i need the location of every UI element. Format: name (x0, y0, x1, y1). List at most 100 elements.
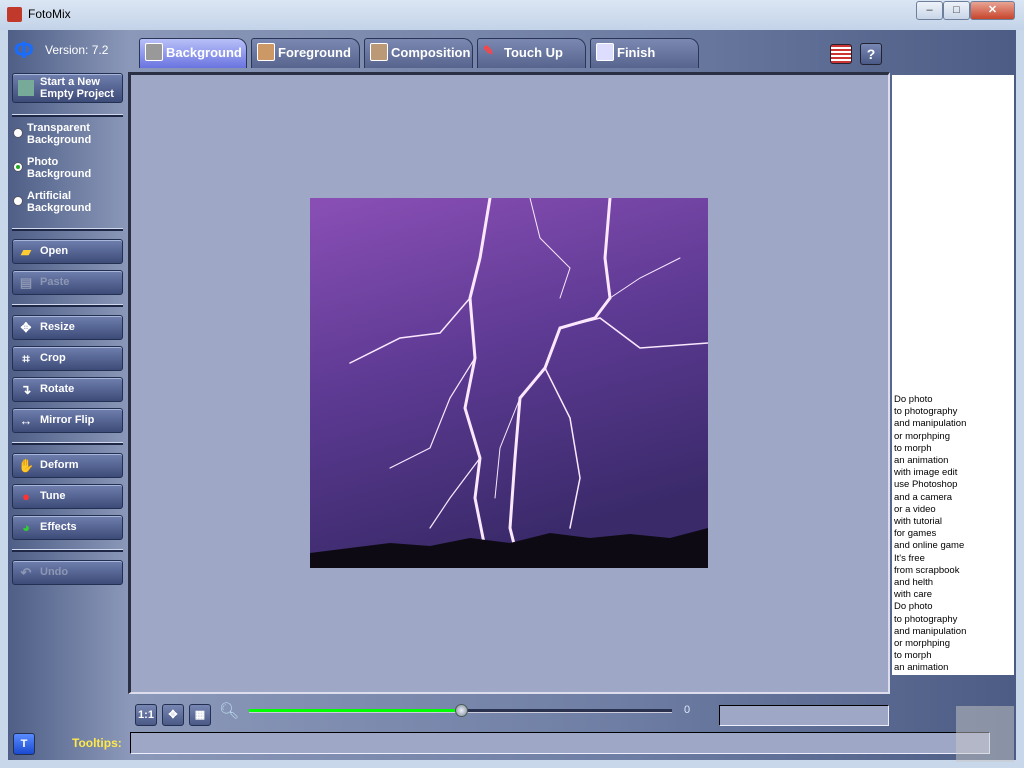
lightning-photo[interactable] (310, 198, 708, 568)
folder-icon: ▰ (21, 244, 31, 259)
language-flag-icon[interactable] (830, 44, 852, 64)
tab-label: Background (166, 45, 242, 60)
watermark-logo (956, 706, 1014, 762)
rgb-icon: ● (22, 489, 30, 504)
tune-button[interactable]: ● Tune (12, 484, 123, 509)
tab-finish[interactable]: Finish (590, 38, 699, 68)
info-text-panel: Do photo to photography and manipulation or… (892, 75, 1014, 675)
info-text-line: use Photoshop (894, 479, 958, 491)
window-title: FotoMix (28, 7, 71, 21)
magnifier-icon: 🔍︎ (219, 703, 240, 720)
info-text-line: to photography (894, 613, 958, 625)
tab-touch-up[interactable]: ✎ Touch Up (477, 38, 586, 68)
info-text-line: or morphping (894, 430, 950, 442)
grid-button[interactable]: ▦ (189, 704, 211, 726)
mirror-arrows-icon: ↔ (19, 413, 33, 428)
new-document-icon (18, 80, 34, 96)
button-label: Deform (40, 459, 79, 471)
deform-icon: ✋ (18, 458, 35, 473)
open-button[interactable]: ▰ Open (12, 239, 123, 264)
button-label: Mirror Flip (40, 414, 95, 426)
tab-composition[interactable]: Composition (364, 38, 473, 68)
divider (12, 228, 123, 231)
info-text-line: or morphping (894, 638, 950, 650)
composition-tab-icon (370, 43, 388, 61)
info-text-line: with image edit (894, 467, 958, 479)
radio-dot[interactable] (13, 128, 23, 138)
status-box (719, 705, 889, 726)
radio-photo-background[interactable]: Photo Background (13, 156, 117, 180)
effects-icon: ◕ (22, 520, 30, 535)
tab-label: Touch Up (504, 45, 563, 60)
maximize-button[interactable]: □ (943, 1, 970, 20)
info-text-line: an animation (894, 662, 949, 674)
brush-icon: ✎ (483, 43, 494, 58)
info-text-line: Do photo (894, 394, 933, 405)
zoom-slider-thumb[interactable] (454, 704, 468, 717)
info-text-line: and helth (894, 577, 934, 589)
info-text-line: from scrapbook (894, 564, 960, 576)
tab-label: Foreground (278, 45, 351, 60)
effects-button[interactable]: ◕ Effects (12, 515, 123, 540)
divider (12, 304, 123, 307)
tab-label: Composition (391, 45, 471, 60)
button-label: Crop (40, 352, 66, 364)
tab-background[interactable]: Background (139, 38, 247, 68)
divider (12, 442, 123, 445)
info-text-line: or a video (894, 503, 936, 515)
button-label: Open (40, 245, 69, 257)
close-button[interactable]: ✕ (970, 1, 1015, 20)
divider (12, 549, 123, 552)
info-text-line: an animation (894, 455, 949, 467)
new-project-label: Start a New Empty Project (40, 76, 114, 100)
new-project-button[interactable]: Start a New Empty Project (12, 73, 123, 103)
paste-icon: ▤ (19, 275, 33, 290)
paste-button[interactable]: ▤ Paste (12, 270, 123, 295)
crop-button[interactable]: ⌗ Crop (12, 346, 123, 371)
info-text-line: and online game (894, 540, 965, 552)
radio-transparent-background[interactable]: Transparent Background (13, 122, 117, 146)
fit-to-window-button[interactable]: ✥ (162, 704, 184, 726)
radio-artificial-background[interactable]: Artificial Background (13, 190, 117, 214)
button-label: Paste (40, 276, 70, 288)
info-text-line: to morph (894, 650, 932, 662)
undo-button[interactable]: ↶ Undo (12, 560, 123, 585)
title-bar: FotoMix ‒ □ ✕ (0, 0, 1024, 30)
zoom-value: 0 (684, 704, 691, 716)
mirror-flip-button[interactable]: ↔ Mirror Flip (12, 408, 123, 433)
crop-icon: ⌗ (22, 351, 30, 366)
info-text-line: with care (894, 589, 933, 601)
tooltips-label: Tooltips: (72, 736, 122, 750)
actual-size-button[interactable]: 1:1 (135, 704, 157, 726)
radio-dot[interactable] (13, 162, 23, 172)
button-label: Tune (40, 490, 66, 502)
resize-button[interactable]: ✥ Resize (12, 315, 123, 340)
zoom-slider-fill (249, 709, 461, 712)
radio-label: Transparent Background (27, 122, 92, 146)
background-tab-icon (145, 43, 163, 61)
info-text-line: and a camera (894, 491, 953, 503)
minimize-button[interactable]: ‒ (916, 1, 943, 20)
finish-tab-icon (596, 43, 614, 61)
version-label: Version: 7.2 (45, 43, 109, 57)
tab-label: Finish (617, 45, 656, 60)
button-label: Resize (40, 321, 75, 333)
tab-foreground[interactable]: Foreground (251, 38, 360, 68)
radio-label: Photo Background (27, 156, 92, 180)
fit-arrows-icon: ✥ (168, 709, 178, 721)
divider (12, 114, 123, 117)
app-icon (7, 7, 22, 22)
info-text-line: to photography (894, 406, 958, 418)
foreground-tab-icon (257, 43, 275, 61)
tooltips-toggle-button[interactable]: T (13, 733, 35, 755)
tooltips-text (130, 732, 990, 754)
info-text-line: with tutorial (894, 516, 943, 528)
grid-icon: ▦ (194, 709, 206, 721)
button-label: Rotate (40, 383, 75, 395)
help-button[interactable]: ? (860, 43, 882, 65)
radio-dot[interactable] (13, 196, 23, 206)
rotate-button[interactable]: ↴ Rotate (12, 377, 123, 402)
deform-button[interactable]: ✋ Deform (12, 453, 123, 478)
info-text-line: for games (894, 528, 937, 540)
fotomix-logo-icon: Φ (14, 37, 34, 64)
